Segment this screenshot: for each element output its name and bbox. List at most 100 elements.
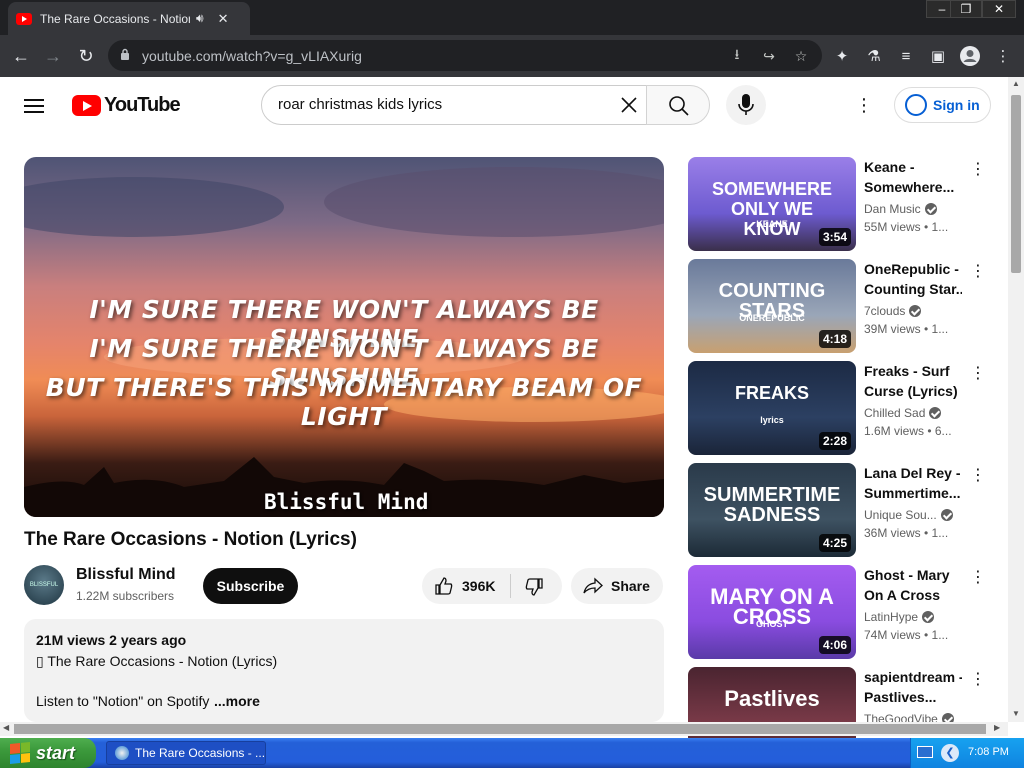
- search-icon: [669, 96, 689, 116]
- voice-search-button[interactable]: [726, 85, 766, 125]
- keyboard-icon[interactable]: [917, 746, 933, 758]
- recommended-video[interactable]: SOMEWHERE ONLY WE KNOW KEANE 3:54 Keane - So…: [688, 157, 998, 251]
- like-count: 396K: [462, 578, 496, 594]
- horizontal-scrollbar[interactable]: ◀ ▶: [0, 722, 1008, 736]
- tray-expand-icon[interactable]: ❮: [941, 744, 959, 762]
- reload-button[interactable]: ↻: [73, 43, 99, 69]
- sign-in-button[interactable]: Sign in: [894, 87, 991, 123]
- video-title-line[interactable]: Pastlives...: [864, 687, 962, 707]
- video-title-line[interactable]: Somewhere...: [864, 177, 962, 197]
- scroll-right-arrow-icon[interactable]: ▶: [994, 723, 1000, 732]
- video-title-line[interactable]: Curse (Lyrics): [864, 381, 962, 401]
- recommended-video[interactable]: SUMMERTIME SADNESS 4:25 Lana Del Rey - Summ…: [688, 463, 998, 557]
- clock: 7:08 PM: [968, 746, 1009, 758]
- like-button[interactable]: [434, 576, 454, 596]
- video-title-line[interactable]: sapientdream -: [864, 667, 962, 687]
- scroll-down-arrow-icon[interactable]: ▼: [1012, 709, 1020, 718]
- media-queue-icon[interactable]: ≡: [893, 43, 919, 69]
- hamburger-menu-icon[interactable]: [24, 95, 48, 115]
- dislike-button[interactable]: [524, 577, 544, 597]
- sign-in-label: Sign in: [933, 97, 980, 113]
- video-thumbnail[interactable]: SOMEWHERE ONLY WE KNOW KEANE 3:54: [688, 157, 856, 251]
- audio-playing-icon[interactable]: 🔊︎: [196, 11, 204, 26]
- install-app-icon[interactable]: ⭳: [726, 45, 748, 67]
- clear-search-icon[interactable]: [616, 92, 642, 118]
- description-line: Listen to "Notion" on Spotify: [36, 693, 210, 709]
- extensions-puzzle-icon[interactable]: ✦: [829, 43, 855, 69]
- scroll-left-arrow-icon[interactable]: ◀: [3, 723, 9, 732]
- more-actions-icon[interactable]: ⋮: [970, 465, 986, 485]
- address-bar[interactable]: youtube.com/watch?v=g_vLIAXurig ⭳ ↪ ☆: [108, 40, 822, 71]
- video-thumbnail[interactable]: COUNTING STARS ONEREPUBLIC 4:18: [688, 259, 856, 353]
- thumbnail-subtitle: lyrics: [760, 415, 784, 425]
- close-window-button[interactable]: ✕: [982, 0, 1016, 18]
- subscribe-button[interactable]: Subscribe: [203, 568, 298, 604]
- horizontal-scroll-thumb[interactable]: [14, 724, 986, 734]
- taskbar-window-button[interactable]: The Rare Occasions - ...: [106, 741, 266, 765]
- channel-name[interactable]: Dan Music: [864, 202, 937, 216]
- share-page-icon[interactable]: ↪: [758, 45, 780, 67]
- video-thumbnail[interactable]: SUMMERTIME SADNESS 4:25: [688, 463, 856, 557]
- more-actions-icon[interactable]: ⋮: [970, 261, 986, 281]
- more-actions-icon[interactable]: ⋮: [970, 669, 986, 689]
- back-button[interactable]: ←: [8, 43, 34, 69]
- youtube-logo[interactable]: YouTube: [72, 94, 181, 117]
- channel-name[interactable]: Blissful Mind: [76, 566, 176, 584]
- description-box[interactable]: 21M views 2 years ago ▯ The Rare Occasio…: [24, 619, 664, 722]
- video-player[interactable]: I'M SURE THERE WON'T ALWAYS BE SUNSHINE …: [24, 157, 664, 517]
- more-actions-icon[interactable]: ⋮: [970, 159, 986, 179]
- share-button[interactable]: Share: [571, 568, 663, 604]
- browser-tab[interactable]: The Rare Occasions - Notion (Ly 🔊︎ ✕: [8, 2, 250, 35]
- search-button[interactable]: [646, 85, 710, 125]
- thumbnail-title: Pastlives: [724, 686, 820, 711]
- side-panel-icon[interactable]: ▣: [925, 43, 951, 69]
- settings-kebab-icon[interactable]: ⋮: [854, 95, 874, 115]
- video-title-line[interactable]: Keane -: [864, 157, 962, 177]
- restore-button[interactable]: ❐: [950, 0, 982, 18]
- channel-label: Unique Sou...: [864, 508, 937, 522]
- more-actions-icon[interactable]: ⋮: [970, 363, 986, 383]
- windows-flag-icon: [10, 741, 30, 765]
- channel-name[interactable]: 7clouds: [864, 304, 922, 318]
- description-line: ▯ The Rare Occasions - Notion (Lyrics): [36, 653, 278, 669]
- channel-name[interactable]: LatinHype: [864, 610, 935, 624]
- views-and-date: 21M views 2 years ago: [36, 632, 187, 648]
- system-tray: ❮ 7:08 PM: [910, 738, 1024, 768]
- share-arrow-icon: [583, 577, 603, 594]
- close-tab-icon[interactable]: ✕: [218, 11, 229, 27]
- video-thumbnail[interactable]: MARY ON A CROSS GHOST 4:06: [688, 565, 856, 659]
- video-title-line[interactable]: Ghost - Mary: [864, 565, 962, 585]
- thumbnail-subtitle: ONEREPUBLIC: [739, 313, 805, 323]
- recommended-video[interactable]: FREAKS lyrics 2:28 Freaks - Surf Curse (Lyri…: [688, 361, 998, 455]
- browser-menu-icon[interactable]: ⋮: [990, 43, 1016, 69]
- channel-label: 7clouds: [864, 304, 906, 318]
- recommended-video[interactable]: COUNTING STARS ONEREPUBLIC 4:18 OneRepublic…: [688, 259, 998, 353]
- video-title-line[interactable]: Counting Star...: [864, 279, 962, 299]
- labs-flask-icon[interactable]: ⚗: [861, 43, 887, 69]
- thumbnail-title: FREAKS: [734, 383, 809, 403]
- bookmark-star-icon[interactable]: ☆: [790, 45, 812, 67]
- search-input[interactable]: roar christmas kids lyrics: [261, 85, 647, 125]
- profile-avatar-icon[interactable]: [957, 43, 983, 69]
- vertical-scroll-thumb[interactable]: [1011, 95, 1021, 273]
- channel-name[interactable]: Chilled Sad: [864, 406, 942, 420]
- view-count: 74M views • 1...: [864, 628, 949, 642]
- video-title-line[interactable]: Summertime...: [864, 483, 962, 503]
- video-thumbnail[interactable]: FREAKS lyrics 2:28: [688, 361, 856, 455]
- scroll-up-arrow-icon[interactable]: ▲: [1012, 79, 1020, 88]
- video-title-line[interactable]: OneRepublic -: [864, 259, 962, 279]
- video-title-line[interactable]: On A Cross: [864, 585, 962, 605]
- lock-icon: [121, 48, 129, 60]
- channel-avatar[interactable]: BLISSFUL MIND: [24, 565, 64, 628]
- forward-button[interactable]: →: [40, 43, 66, 69]
- channel-label: Dan Music: [864, 202, 921, 216]
- recommended-video[interactable]: MARY ON A CROSS GHOST 4:06 Ghost - Mary On A…: [688, 565, 998, 659]
- video-duration: 4:25: [818, 534, 851, 552]
- start-button[interactable]: start: [0, 738, 96, 768]
- more-actions-icon[interactable]: ⋮: [970, 567, 986, 587]
- video-title-line[interactable]: Lana Del Rey -: [864, 463, 962, 483]
- video-title-line[interactable]: Freaks - Surf: [864, 361, 962, 381]
- show-more-link[interactable]: ...more: [214, 693, 260, 709]
- channel-name[interactable]: Unique Sou...: [864, 508, 953, 522]
- vertical-scrollbar[interactable]: ▲ ▼: [1008, 77, 1024, 722]
